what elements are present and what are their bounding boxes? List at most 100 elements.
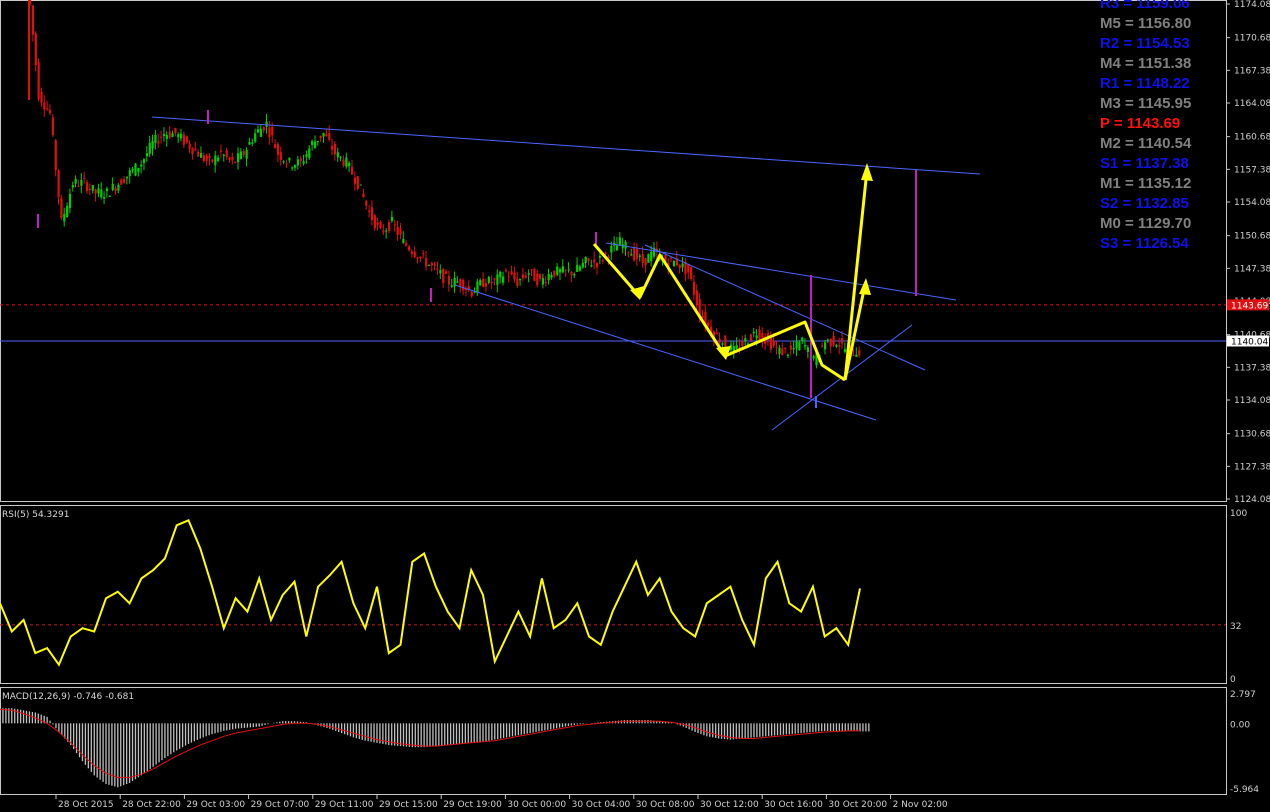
candle-body[interactable] [197, 151, 200, 157]
candle-body[interactable] [68, 193, 72, 209]
candle-body[interactable] [80, 179, 83, 186]
candle-body[interactable] [795, 341, 798, 349]
candle-body[interactable] [410, 251, 414, 254]
candle-body[interactable] [627, 252, 630, 254]
candle-body[interactable] [772, 340, 775, 346]
candle-body[interactable] [584, 256, 587, 263]
candle-body[interactable] [490, 281, 493, 284]
candle-body[interactable] [501, 276, 505, 283]
candle-body[interactable] [385, 230, 388, 232]
candle-body[interactable] [157, 141, 160, 144]
candle-body[interactable] [564, 269, 567, 271]
candle-body[interactable] [786, 354, 790, 356]
candle-body[interactable] [362, 193, 365, 198]
candle-body[interactable] [789, 345, 792, 350]
candle-body[interactable] [427, 264, 431, 266]
candle-body[interactable] [322, 132, 325, 137]
candle-body[interactable] [436, 268, 439, 270]
candle-body[interactable] [832, 335, 835, 346]
candle-body[interactable] [85, 182, 89, 192]
candle-body[interactable] [208, 156, 211, 158]
candle-body[interactable] [108, 195, 111, 197]
candle-body[interactable] [630, 254, 633, 256]
candle-body[interactable] [305, 154, 308, 157]
candle-body[interactable] [154, 135, 157, 143]
candle-body[interactable] [821, 345, 824, 347]
candle-body[interactable] [741, 341, 744, 346]
candle-body[interactable] [476, 281, 479, 293]
candle-body[interactable] [276, 144, 280, 155]
candle-body[interactable] [533, 268, 536, 281]
candle-body[interactable] [285, 163, 288, 165]
candle-body[interactable] [328, 132, 331, 140]
candle-body[interactable] [174, 128, 177, 134]
candle-body[interactable] [199, 153, 203, 158]
candle-body[interactable] [180, 133, 183, 139]
candle-body[interactable] [148, 142, 151, 154]
candle-body[interactable] [561, 266, 565, 273]
candle-body[interactable] [293, 165, 297, 168]
candle-body[interactable] [507, 276, 510, 278]
candle-body[interactable] [510, 271, 513, 275]
candle-body[interactable] [516, 278, 519, 286]
candle-body[interactable] [556, 266, 559, 275]
candle-body[interactable] [37, 62, 40, 99]
candle-body[interactable] [695, 290, 698, 305]
candle-body[interactable] [396, 226, 399, 235]
candle-body[interactable] [123, 179, 126, 183]
candle-body[interactable] [40, 91, 43, 103]
candle-body[interactable] [459, 279, 462, 287]
candle-body[interactable] [31, 5, 35, 35]
candle-body[interactable] [447, 276, 451, 285]
candle-body[interactable] [450, 285, 453, 287]
candle-body[interactable] [114, 188, 117, 191]
candle-body[interactable] [228, 157, 231, 160]
candle-body[interactable] [570, 271, 573, 276]
candle-body[interactable] [379, 221, 382, 228]
candle-body[interactable] [214, 155, 217, 166]
candle-body[interactable] [248, 142, 251, 145]
candle-body[interactable] [182, 134, 186, 145]
candle-body[interactable] [456, 281, 459, 283]
candle-body[interactable] [755, 335, 758, 339]
candle-body[interactable] [74, 178, 77, 184]
candle-body[interactable] [265, 121, 268, 127]
candle-body[interactable] [433, 264, 436, 266]
candle-body[interactable] [66, 206, 69, 218]
candle-body[interactable] [638, 255, 641, 257]
candle-body[interactable] [88, 188, 92, 190]
candle-body[interactable] [165, 135, 168, 139]
candle-body[interactable] [43, 102, 46, 110]
candle-body[interactable] [823, 342, 827, 350]
candle-body[interactable] [633, 247, 636, 261]
candle-body[interactable] [46, 108, 49, 110]
candle-body[interactable] [804, 345, 807, 347]
candle-body[interactable] [191, 147, 194, 154]
candle-body[interactable] [331, 145, 334, 150]
candle-body[interactable] [333, 143, 337, 155]
candle-body[interactable] [567, 269, 570, 271]
candle-body[interactable] [405, 242, 408, 246]
candle-body[interactable] [519, 279, 522, 281]
candle-body[interactable] [125, 176, 129, 179]
candle-body[interactable] [690, 267, 693, 279]
candle-body[interactable] [419, 256, 422, 258]
candle-body[interactable] [644, 258, 647, 266]
candle-body[interactable] [578, 266, 582, 271]
candle-body[interactable] [735, 344, 738, 349]
candle-body[interactable] [376, 222, 379, 225]
candle-body[interactable] [117, 184, 120, 191]
candle-body[interactable] [142, 159, 146, 163]
candle-body[interactable] [242, 151, 245, 156]
candle-body[interactable] [430, 263, 433, 266]
candle-body[interactable] [91, 184, 94, 191]
candle-body[interactable] [775, 346, 778, 348]
candle-body[interactable] [496, 274, 499, 285]
candle-body[interactable] [185, 136, 188, 143]
candle-body[interactable] [345, 157, 348, 167]
candle-body[interactable] [641, 253, 644, 264]
candle-body[interactable] [413, 251, 416, 257]
candle-body[interactable] [718, 339, 721, 343]
candle-body[interactable] [262, 127, 265, 131]
candle-body[interactable] [590, 265, 593, 267]
